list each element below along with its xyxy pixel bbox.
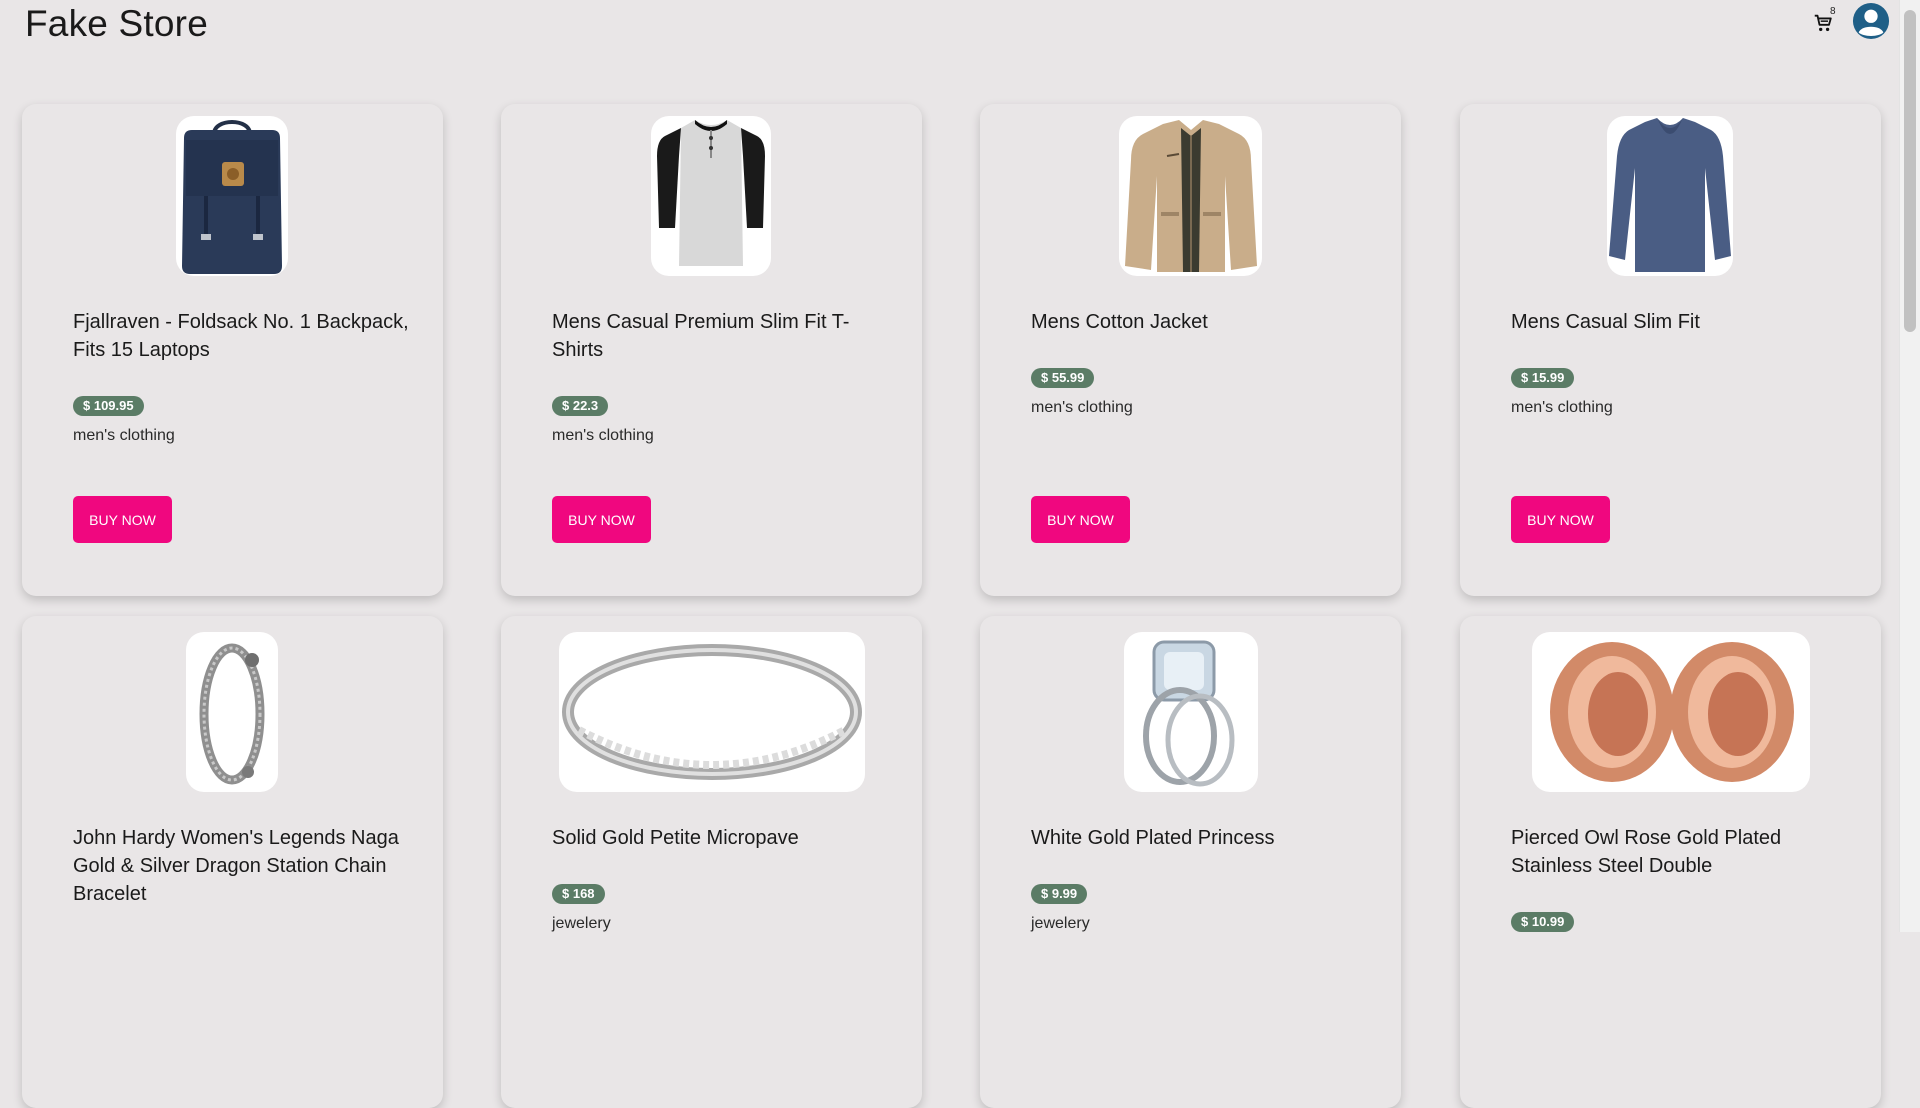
top-bar: Fake Store 8 (0, 0, 1900, 56)
product-card: White Gold Plated Princess $ 9.99 jewele… (980, 616, 1401, 1108)
product-title[interactable]: Solid Gold Petite Micropave (552, 824, 892, 852)
jacket-icon (1125, 120, 1257, 272)
price-badge: $ 9.99 (1031, 884, 1088, 904)
product-title[interactable]: Mens Cotton Jacket (1031, 308, 1371, 336)
account-avatar-icon[interactable] (1852, 2, 1890, 40)
product-image[interactable] (186, 632, 278, 792)
product-title[interactable]: Pierced Owl Rose Gold Plated Stainless S… (1511, 824, 1851, 880)
product-title[interactable]: John Hardy Women's Legends Naga Gold & S… (73, 824, 413, 908)
product-title[interactable]: Fjallraven - Foldsack No. 1 Backpack, Fi… (73, 308, 413, 364)
product-image[interactable] (1124, 632, 1258, 792)
product-image[interactable] (1532, 632, 1810, 792)
product-category: men's clothing (73, 427, 175, 444)
page-scrollbar[interactable] (1899, 0, 1920, 932)
product-category: men's clothing (1511, 399, 1613, 416)
cart-count-badge: 8 (1830, 6, 1836, 17)
price-badge: $ 55.99 (1031, 368, 1095, 388)
product-image[interactable] (1119, 116, 1262, 276)
product-title[interactable]: White Gold Plated Princess (1031, 824, 1371, 852)
product-card: Mens Cotton Jacket $ 55.99 men's clothin… (980, 104, 1401, 596)
buy-now-button[interactable]: BUY NOW (1511, 496, 1610, 543)
product-title[interactable]: Mens Casual Premium Slim Fit T-Shirts (552, 308, 892, 364)
buy-now-button[interactable]: BUY NOW (73, 496, 172, 543)
price-badge: $ 15.99 (1511, 368, 1575, 388)
product-category: men's clothing (1031, 399, 1133, 416)
product-card: Mens Casual Premium Slim Fit T-Shirts $ … (501, 104, 922, 596)
product-image[interactable] (559, 632, 865, 792)
store-title: Fake Store (25, 3, 208, 44)
product-card: Fjallraven - Foldsack No. 1 Backpack, Fi… (22, 104, 443, 596)
scrollbar-thumb[interactable] (1904, 10, 1916, 332)
product-image[interactable] (1607, 116, 1733, 276)
price-badge: $ 168 (552, 884, 605, 904)
product-image[interactable] (176, 116, 288, 276)
product-title[interactable]: Mens Casual Slim Fit (1511, 308, 1851, 336)
product-category: jewelery (552, 915, 611, 932)
product-card: John Hardy Women's Legends Naga Gold & S… (22, 616, 443, 1108)
price-badge: $ 22.3 (552, 396, 609, 416)
buy-now-button[interactable]: BUY NOW (1031, 496, 1130, 543)
bracelet-icon (199, 643, 265, 785)
product-category: men's clothing (552, 427, 654, 444)
price-badge: $ 10.99 (1511, 912, 1575, 932)
price-badge: $ 109.95 (73, 396, 144, 416)
product-image[interactable] (651, 116, 771, 276)
rose-gold-tunnels-icon (1550, 642, 1794, 782)
product-card: Solid Gold Petite Micropave $ 168 jewele… (501, 616, 922, 1108)
buy-now-button[interactable]: BUY NOW (552, 496, 651, 543)
diamond-ring-icon (1143, 640, 1235, 787)
backpack-icon (182, 120, 282, 274)
raglan-tshirt-icon (657, 120, 765, 266)
product-card: Pierced Owl Rose Gold Plated Stainless S… (1460, 616, 1881, 1108)
longsleeve-shirt-icon (1609, 118, 1731, 272)
product-category: jewelery (1031, 915, 1090, 932)
ring-icon (562, 644, 862, 780)
product-card: Mens Casual Slim Fit $ 15.99 men's cloth… (1460, 104, 1881, 596)
